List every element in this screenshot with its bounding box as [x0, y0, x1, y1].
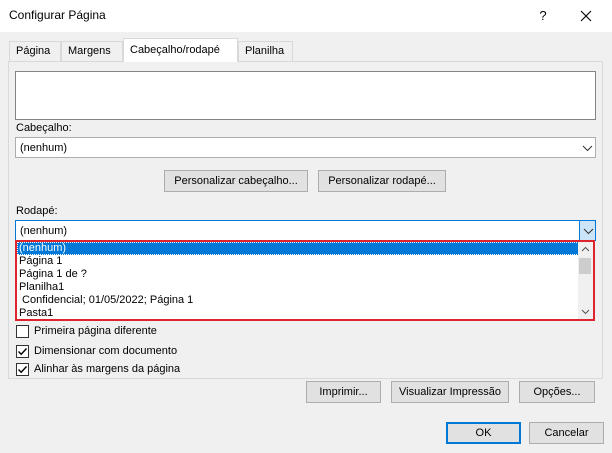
checkmark-icon — [18, 348, 28, 356]
dropdown-scrollbar[interactable] — [578, 242, 593, 319]
window-title: Configurar Página — [9, 8, 106, 22]
print-button[interactable]: Imprimir... — [306, 381, 381, 403]
align-margins-label: Alinhar às margens da página — [34, 363, 181, 375]
list-item[interactable]: Pasta1 — [17, 307, 593, 319]
ok-button[interactable]: OK — [446, 422, 521, 444]
list-item[interactable]: Página 1 — [17, 255, 593, 268]
customize-header-button[interactable]: Personalizar cabeçalho... — [164, 170, 308, 192]
scrollbar-thumb[interactable] — [579, 258, 591, 274]
footer-select-value: (nenhum) — [20, 225, 68, 237]
align-margins-checkbox[interactable] — [16, 363, 29, 376]
tab-planilha[interactable]: Planilha — [238, 41, 293, 61]
header-select[interactable]: (nenhum) — [15, 137, 596, 158]
header-select-value: (nenhum) — [20, 142, 68, 154]
cancel-button[interactable]: Cancelar — [529, 422, 604, 444]
print-preview-button[interactable]: Visualizar Impressão — [391, 381, 509, 403]
options-button[interactable]: Opções... — [519, 381, 595, 403]
header-label: Cabeçalho: — [16, 122, 72, 134]
tab-margens[interactable]: Margens — [61, 41, 123, 61]
header-preview — [15, 71, 596, 120]
chevron-up-icon[interactable] — [578, 244, 593, 254]
chevron-down-icon[interactable] — [578, 307, 593, 317]
tab-pagina[interactable]: Página — [9, 41, 61, 61]
close-icon — [580, 10, 592, 22]
chevron-down-icon — [579, 220, 596, 241]
list-item[interactable]: (nenhum) — [17, 242, 593, 255]
scale-with-document-checkbox[interactable] — [16, 345, 29, 358]
scale-with-document-label: Dimensionar com documento — [34, 345, 178, 357]
footer-dropdown-list[interactable]: (nenhum) Página 1 Página 1 de ? Planilha… — [15, 240, 595, 321]
footer-label: Rodapé: — [16, 205, 58, 217]
list-item[interactable]: Confidencial; 01/05/2022; Página 1 — [17, 294, 593, 307]
footer-select[interactable]: (nenhum) — [15, 220, 596, 241]
tab-cabecalho-rodape[interactable]: Cabeçalho/rodapé — [123, 38, 238, 62]
first-page-different-label: Primeira página diferente — [34, 325, 157, 337]
customize-footer-button[interactable]: Personalizar rodapé... — [318, 170, 446, 192]
help-button[interactable]: ? — [524, 2, 562, 30]
list-item[interactable]: Planilha1 — [17, 281, 593, 294]
first-page-different-checkbox[interactable] — [16, 325, 29, 338]
chevron-down-icon — [578, 138, 595, 157]
checkmark-icon — [18, 366, 28, 374]
close-button[interactable] — [566, 2, 606, 30]
list-item[interactable]: Página 1 de ? — [17, 268, 593, 281]
